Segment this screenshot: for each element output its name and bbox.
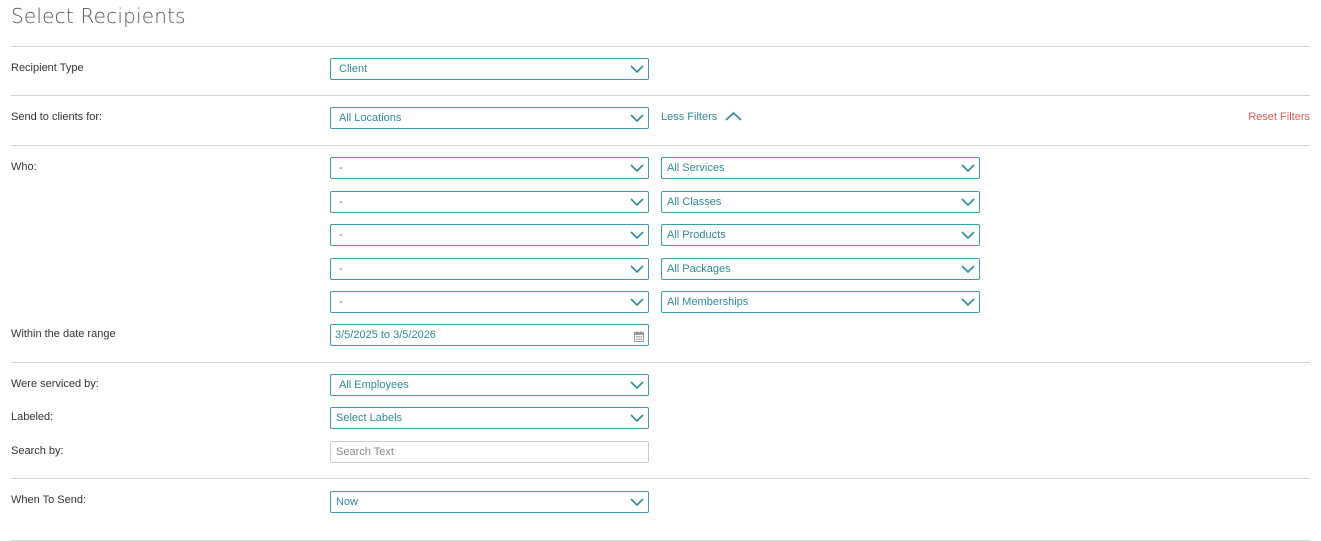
page-title: Select Recipients [11,4,186,28]
chevron-down-icon [630,263,644,275]
who-filter-value: - [339,162,343,174]
who-filter-select[interactable]: - [330,258,649,280]
locations-value: All Locations [339,112,402,124]
search-text-input[interactable] [330,441,649,463]
classes-select[interactable]: All Classes [661,191,980,213]
products-select[interactable]: All Products [661,224,980,246]
chevron-down-icon [630,196,644,208]
divider [11,95,1310,96]
who-filter-select[interactable]: - [330,224,649,246]
services-value: All Services [667,162,725,174]
labeled-label: Labeled: [11,411,54,423]
divider [11,145,1310,146]
serviced-by-label: Were serviced by: [11,378,99,390]
chevron-down-icon [630,412,644,424]
who-filter-select[interactable]: - [330,191,649,213]
when-to-send-select[interactable]: Now [330,491,649,513]
memberships-select[interactable]: All Memberships [661,291,980,313]
less-filters-link[interactable]: Less Filters [661,111,742,123]
employees-select[interactable]: All Employees [330,374,649,396]
divider [11,362,1310,363]
chevron-down-icon [630,229,644,241]
chevron-up-icon [725,111,742,121]
send-to-label: Send to clients for: [11,111,103,123]
chevron-down-icon [961,263,975,275]
packages-value: All Packages [667,263,731,275]
when-to-send-value: Now [336,496,359,508]
divider [11,478,1310,479]
chevron-down-icon [630,379,644,391]
chevron-down-icon [630,496,644,508]
labels-select[interactable]: Select Labels [330,407,649,429]
chevron-down-icon [961,162,975,174]
who-filter-value: - [339,229,343,241]
date-range-label: Within the date range [11,328,116,340]
chevron-down-icon [630,63,644,75]
packages-select[interactable]: All Packages [661,258,980,280]
who-filter-select[interactable]: - [330,157,649,179]
who-filter-value: - [339,263,343,275]
calendar-icon[interactable] [634,329,644,345]
chevron-down-icon [630,112,644,124]
chevron-down-icon [961,196,975,208]
recipient-type-select[interactable]: Client [330,58,649,80]
recipient-type-label: Recipient Type [11,62,84,74]
locations-select[interactable]: All Locations [330,107,649,129]
when-to-send-label: When To Send: [11,494,87,506]
search-by-label: Search by: [11,445,64,457]
products-value: All Products [667,229,726,241]
date-range-value: 3/5/2025 to 3/5/2026 [335,329,436,341]
recipient-type-value: Client [339,63,368,75]
employees-value: All Employees [339,379,409,391]
divider [11,46,1310,47]
less-filters-label: Less Filters [661,111,718,123]
labels-value: Select Labels [336,412,403,424]
chevron-down-icon [630,296,644,308]
who-filter-select[interactable]: - [330,291,649,313]
who-label: Who: [11,161,37,173]
date-range-picker[interactable]: 3/5/2025 to 3/5/2026 [330,324,649,346]
services-select[interactable]: All Services [661,157,980,179]
who-filter-value: - [339,296,343,308]
classes-value: All Classes [667,196,722,208]
who-filter-value: - [339,196,343,208]
chevron-down-icon [961,296,975,308]
chevron-down-icon [630,162,644,174]
chevron-down-icon [961,229,975,241]
memberships-value: All Memberships [667,296,749,308]
reset-filters-link[interactable]: Reset Filters [1248,111,1310,123]
